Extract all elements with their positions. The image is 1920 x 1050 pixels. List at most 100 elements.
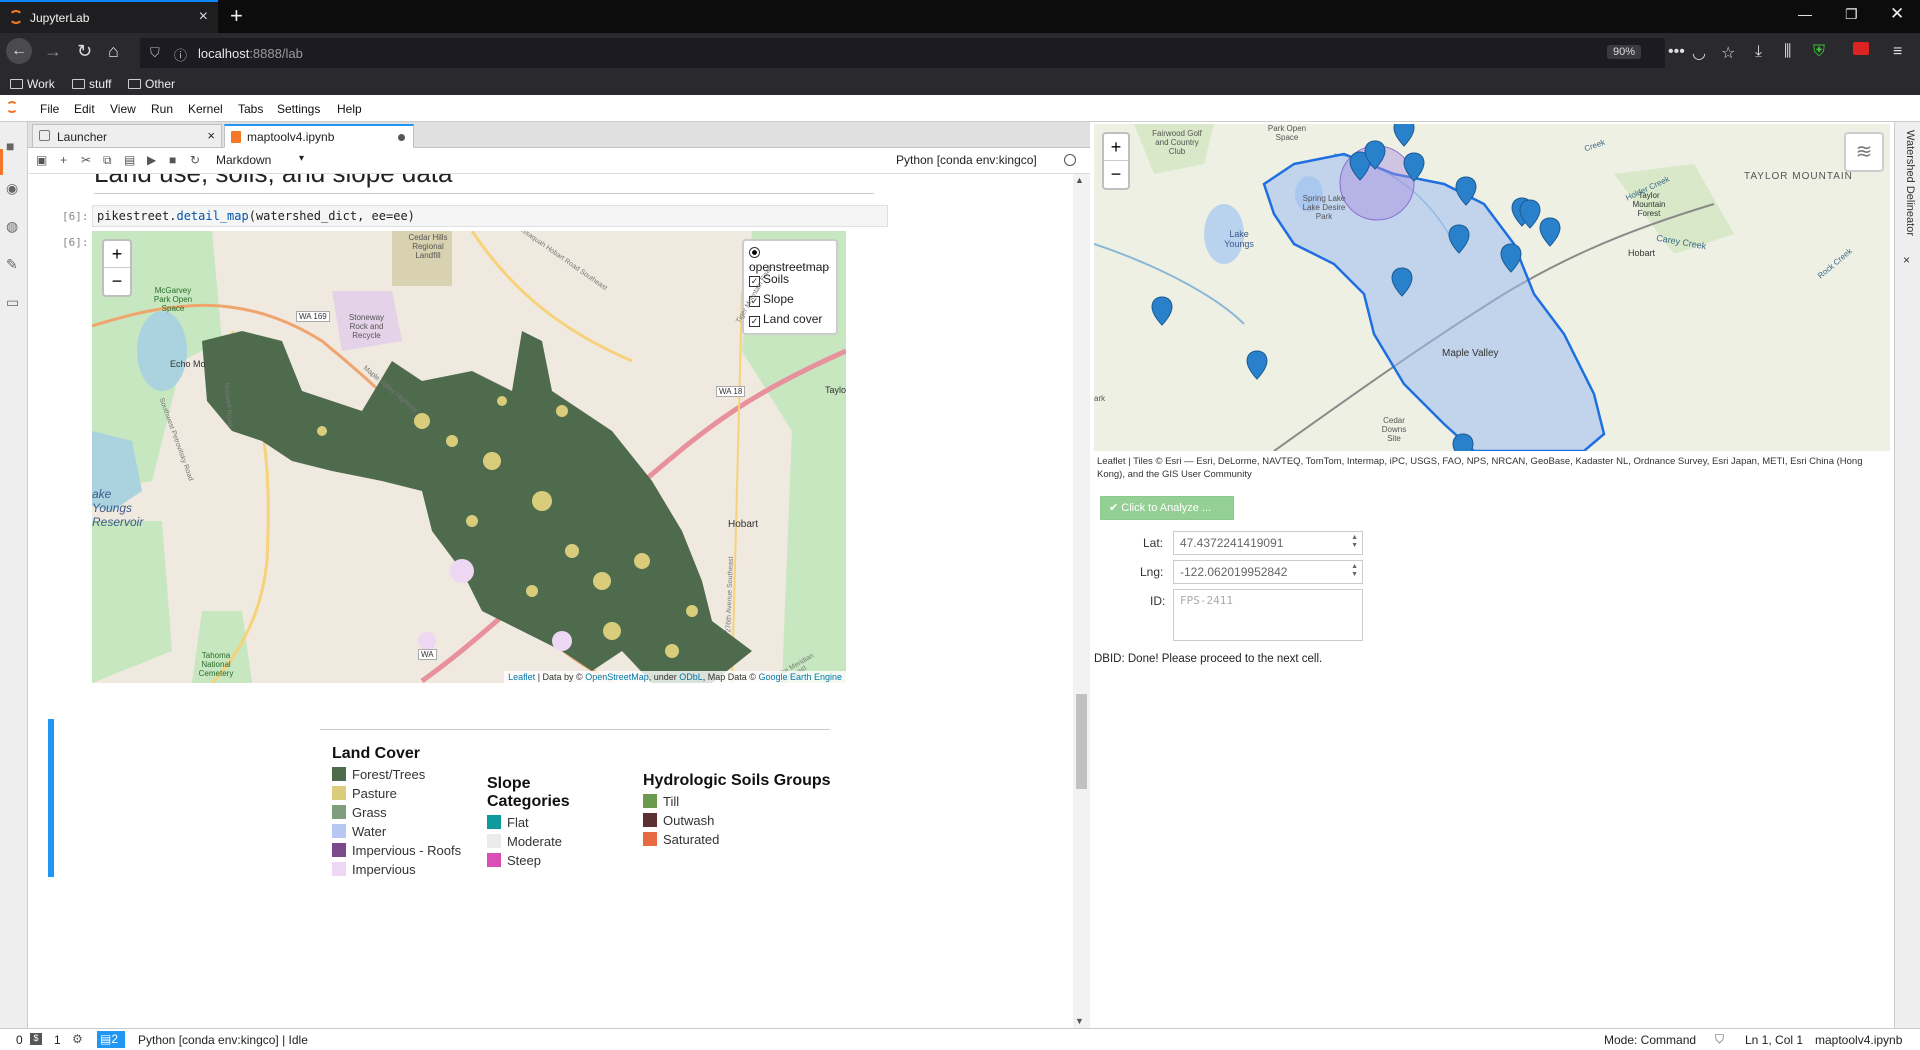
- map-label: TAYLOR MOUNTAIN: [1744, 171, 1853, 182]
- kernel-name[interactable]: Python [conda env:kingco]: [896, 153, 1037, 167]
- stop-icon[interactable]: ■: [169, 153, 176, 167]
- status-kernels-count[interactable]: 1: [54, 1033, 61, 1047]
- gear-icon[interactable]: ⚙: [72, 1032, 83, 1046]
- lat-input[interactable]: 47.4372241419091 ▲ ▼: [1173, 531, 1363, 555]
- spinner-icon[interactable]: ▲ ▼: [1351, 563, 1358, 579]
- back-arrow-icon[interactable]: ←: [6, 38, 32, 64]
- menu-kernel[interactable]: Kernel: [188, 102, 223, 116]
- menu-file[interactable]: File: [40, 102, 59, 116]
- folder-icon: [128, 79, 141, 89]
- analyze-button[interactable]: ✔ Click to Analyze ...: [1100, 496, 1234, 520]
- wrench-icon[interactable]: ✎: [6, 256, 22, 272]
- tab-launcher[interactable]: Launcher ×: [32, 124, 222, 148]
- extension-shield-icon[interactable]: ⛨: [1813, 43, 1825, 61]
- copy-icon[interactable]: ⧉: [103, 153, 112, 168]
- menu-run[interactable]: Run: [151, 102, 173, 116]
- shield-icon[interactable]: ⛉: [150, 45, 160, 61]
- swatch: [487, 834, 501, 848]
- zoom-out-button[interactable]: −: [1104, 161, 1128, 188]
- close-icon[interactable]: ×: [1903, 253, 1910, 267]
- map-attribution: Leaflet | Data by © OpenStreetMap, under…: [504, 671, 846, 683]
- menu-settings[interactable]: Settings: [277, 102, 320, 116]
- downloads-icon[interactable]: ⤓: [1755, 43, 1762, 61]
- menu-view[interactable]: View: [110, 102, 136, 116]
- close-tab-icon[interactable]: ×: [199, 8, 208, 26]
- browser-tab-jupyterlab[interactable]: JupyterLab ×: [0, 0, 218, 33]
- hamburger-menu-icon[interactable]: ≡: [1893, 43, 1902, 61]
- menu-tabs[interactable]: Tabs: [238, 102, 263, 116]
- active-cells-indicator[interactable]: ▤2: [97, 1031, 125, 1048]
- new-tab-button[interactable]: +: [230, 3, 243, 29]
- trust-icon[interactable]: ⛉: [1715, 1032, 1724, 1047]
- detail-map[interactable]: + − openstreetmap ✓ Soils ✓ Slope ✓ Land co…: [92, 231, 846, 683]
- cursor-position[interactable]: Ln 1, Col 1: [1745, 1033, 1803, 1047]
- menu-edit[interactable]: Edit: [74, 102, 95, 116]
- lng-input[interactable]: -122.062019952842 ▲ ▼: [1173, 560, 1363, 584]
- legend-item: Forest/Trees: [332, 767, 482, 786]
- info-icon[interactable]: ⓘ: [174, 45, 187, 64]
- menu-help[interactable]: Help: [337, 102, 362, 116]
- overview-map[interactable]: + − ≋ Fairwood Golf and Country Club Par…: [1094, 124, 1890, 451]
- scroll-up-icon[interactable]: ▲: [1075, 175, 1084, 185]
- base-layer-option[interactable]: openstreetmap: [749, 246, 831, 274]
- zoom-out-button[interactable]: −: [104, 268, 130, 295]
- save-icon[interactable]: ▣: [36, 153, 47, 167]
- home-icon[interactable]: ⌂: [108, 41, 119, 62]
- add-cell-icon[interactable]: +: [60, 153, 67, 167]
- address-bar[interactable]: ⛉ ⓘ localhost:8888/lab 90%: [140, 38, 1665, 68]
- pocket-icon[interactable]: ◡: [1692, 43, 1706, 63]
- unsaved-dot-icon[interactable]: [398, 134, 405, 141]
- restore-icon[interactable]: ❐: [1845, 6, 1858, 23]
- highway-shield: WA: [418, 649, 437, 660]
- scroll-down-icon[interactable]: ▼: [1075, 1016, 1084, 1026]
- id-textarea[interactable]: FPS-2411: [1173, 589, 1363, 641]
- paste-icon[interactable]: ▤: [124, 153, 135, 167]
- bookmark-folder-other[interactable]: Other: [128, 77, 175, 91]
- cut-icon[interactable]: ✂: [81, 153, 91, 167]
- zoom-in-button[interactable]: +: [1104, 134, 1128, 161]
- output-prompt: [6]:: [62, 236, 89, 249]
- scroll-thumb[interactable]: [1076, 694, 1087, 789]
- map-label: Stoneway Rock and Recycle: [348, 313, 385, 340]
- leaflet-link[interactable]: Leaflet: [508, 672, 535, 682]
- palette-icon[interactable]: ◍: [6, 218, 22, 234]
- overlay-slope[interactable]: ✓ Slope: [749, 288, 831, 308]
- reload-icon[interactable]: ↻: [77, 41, 92, 62]
- file-browser-icon[interactable]: ■: [6, 138, 22, 154]
- close-icon[interactable]: ×: [207, 128, 215, 143]
- code-input[interactable]: pikestreet.detail_map(watershed_dict, ee…: [92, 205, 888, 227]
- overlay-landcover[interactable]: ✓ Land cover: [749, 308, 831, 328]
- notebook-scrollbar[interactable]: ▲ ▼: [1073, 174, 1090, 1028]
- tab-notebook[interactable]: maptoolv4.ipynb: [224, 124, 414, 148]
- mode-indicator[interactable]: Mode: Command: [1604, 1033, 1696, 1047]
- cell-type-select[interactable]: Markdown ▾: [216, 153, 304, 167]
- bookmark-folder-stuff[interactable]: stuff: [72, 77, 111, 91]
- zoom-indicator[interactable]: 90%: [1606, 45, 1641, 59]
- run-icon[interactable]: ▶: [147, 153, 156, 167]
- running-sessions-icon[interactable]: ◉: [6, 180, 22, 196]
- gee-link[interactable]: Google Earth Engine: [758, 672, 842, 682]
- swatch: [332, 805, 346, 819]
- watershed-delineator-tab[interactable]: Watershed Delineator: [1900, 130, 1916, 250]
- swatch: [332, 824, 346, 838]
- legend-item: Water: [332, 824, 482, 843]
- zoom-in-button[interactable]: +: [104, 241, 130, 268]
- kernel-status[interactable]: Python [conda env:kingco] | Idle: [138, 1033, 308, 1047]
- spinner-icon[interactable]: ▲ ▼: [1351, 534, 1358, 550]
- layers-stack-icon[interactable]: ≋: [1844, 132, 1884, 172]
- close-window-icon[interactable]: ✕: [1890, 4, 1904, 24]
- restart-icon[interactable]: ↻: [190, 153, 200, 167]
- osm-link[interactable]: OpenStreetMap: [585, 672, 649, 682]
- bookmark-folder-work[interactable]: Work: [10, 77, 55, 91]
- tabs-icon[interactable]: ▭: [6, 294, 22, 310]
- legend-label: Outwash: [663, 813, 715, 828]
- odbl-link[interactable]: ODbL: [679, 672, 703, 682]
- bookmark-star-icon[interactable]: ☆: [1721, 43, 1735, 63]
- minimize-icon[interactable]: —: [1798, 6, 1812, 22]
- forward-arrow-icon[interactable]: →: [44, 41, 62, 62]
- library-icon[interactable]: ⫼: [1784, 43, 1791, 61]
- extension-red-icon[interactable]: [1853, 42, 1869, 55]
- legend-label: Pasture: [352, 786, 397, 801]
- status-terminals-count[interactable]: 0: [16, 1033, 23, 1047]
- page-actions-icon[interactable]: •••: [1668, 43, 1685, 61]
